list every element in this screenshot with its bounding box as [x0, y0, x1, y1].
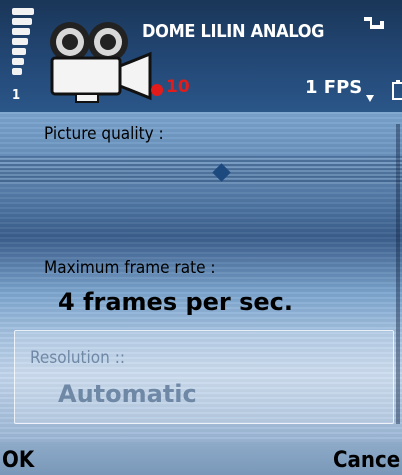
- ok-button[interactable]: OK: [2, 448, 34, 473]
- max-frame-rate-label: Maximum frame rate :: [44, 258, 216, 278]
- dropdown-arrow-icon[interactable]: [366, 95, 374, 102]
- cancel-button[interactable]: Cance: [333, 448, 400, 473]
- fps-selector[interactable]: 1 FPS: [305, 77, 362, 98]
- record-dot-icon: [151, 84, 163, 96]
- battery-icon: [392, 80, 402, 100]
- recording-count: 10: [166, 77, 190, 97]
- signal-label: 1: [12, 88, 21, 103]
- connection-icon: [364, 17, 384, 29]
- resolution-field[interactable]: [14, 330, 394, 424]
- video-camera-icon: [50, 22, 152, 103]
- picture-quality-slider[interactable]: [0, 156, 402, 184]
- signal-strength-icon: 1: [12, 8, 34, 103]
- picture-quality-label: Picture quality :: [44, 124, 164, 144]
- camera-title: DOME LILIN ANALOG: [142, 21, 325, 42]
- max-frame-rate-value[interactable]: 4 frames per sec.: [58, 288, 293, 316]
- resolution-label: Resolution ::: [30, 348, 126, 368]
- settings-panel: Picture quality : Maximum frame rate : 4…: [0, 112, 402, 442]
- resolution-value[interactable]: Automatic: [58, 380, 197, 408]
